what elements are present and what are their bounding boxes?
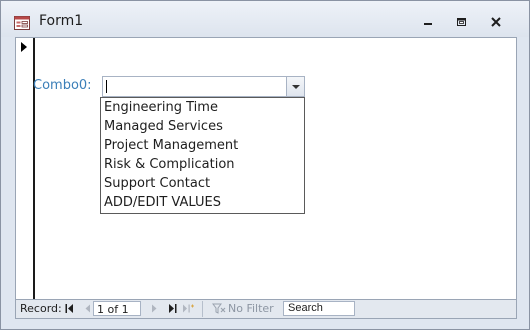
current-record-field[interactable]: 1 of 1: [93, 301, 141, 316]
window-title: Form1: [39, 13, 84, 29]
restore-icon[interactable]: [450, 13, 472, 31]
form-icon: [14, 15, 30, 30]
title-bar[interactable]: Form1: [1, 1, 529, 37]
filter-status[interactable]: No Filter: [228, 302, 274, 315]
dropdown-list: Engineering Time Managed Services Projec…: [100, 97, 305, 214]
last-record-icon[interactable]: [168, 303, 179, 314]
combo-box[interactable]: [102, 76, 305, 97]
combo-label: Combo0:: [33, 78, 92, 93]
search-input[interactable]: [283, 301, 355, 316]
nav-separator: [202, 301, 203, 317]
close-icon[interactable]: [485, 13, 507, 31]
chevron-down-icon: [292, 85, 300, 89]
next-record-icon[interactable]: [150, 303, 159, 314]
text-caret: [106, 80, 107, 93]
new-record-icon[interactable]: [182, 303, 195, 314]
dropdown-item-risk-complication[interactable]: Risk & Complication: [101, 155, 304, 174]
dropdown-item-support-contact[interactable]: Support Contact: [101, 174, 304, 193]
dropdown-item-engineering-time[interactable]: Engineering Time: [101, 98, 304, 117]
dropdown-item-managed-services[interactable]: Managed Services: [101, 117, 304, 136]
minimize-icon[interactable]: [417, 13, 439, 31]
previous-record-icon[interactable]: [83, 303, 92, 314]
form-window: Form1 Combo0: Engineering Time Managed S…: [0, 0, 530, 330]
combo-dropdown-button[interactable]: [286, 77, 304, 96]
dropdown-item-project-management[interactable]: Project Management: [101, 136, 304, 155]
form-body: Combo0: Engineering Time Managed Service…: [15, 37, 517, 300]
dropdown-item-add-edit-values[interactable]: ADD/EDIT VALUES: [101, 193, 304, 212]
first-record-icon[interactable]: [65, 303, 74, 314]
current-record-arrow-icon: [21, 42, 27, 52]
record-navigation-bar: Record: 1 of 1 No Filter Search: [15, 299, 517, 319]
filter-icon[interactable]: [212, 303, 226, 314]
record-label: Record:: [20, 302, 62, 315]
